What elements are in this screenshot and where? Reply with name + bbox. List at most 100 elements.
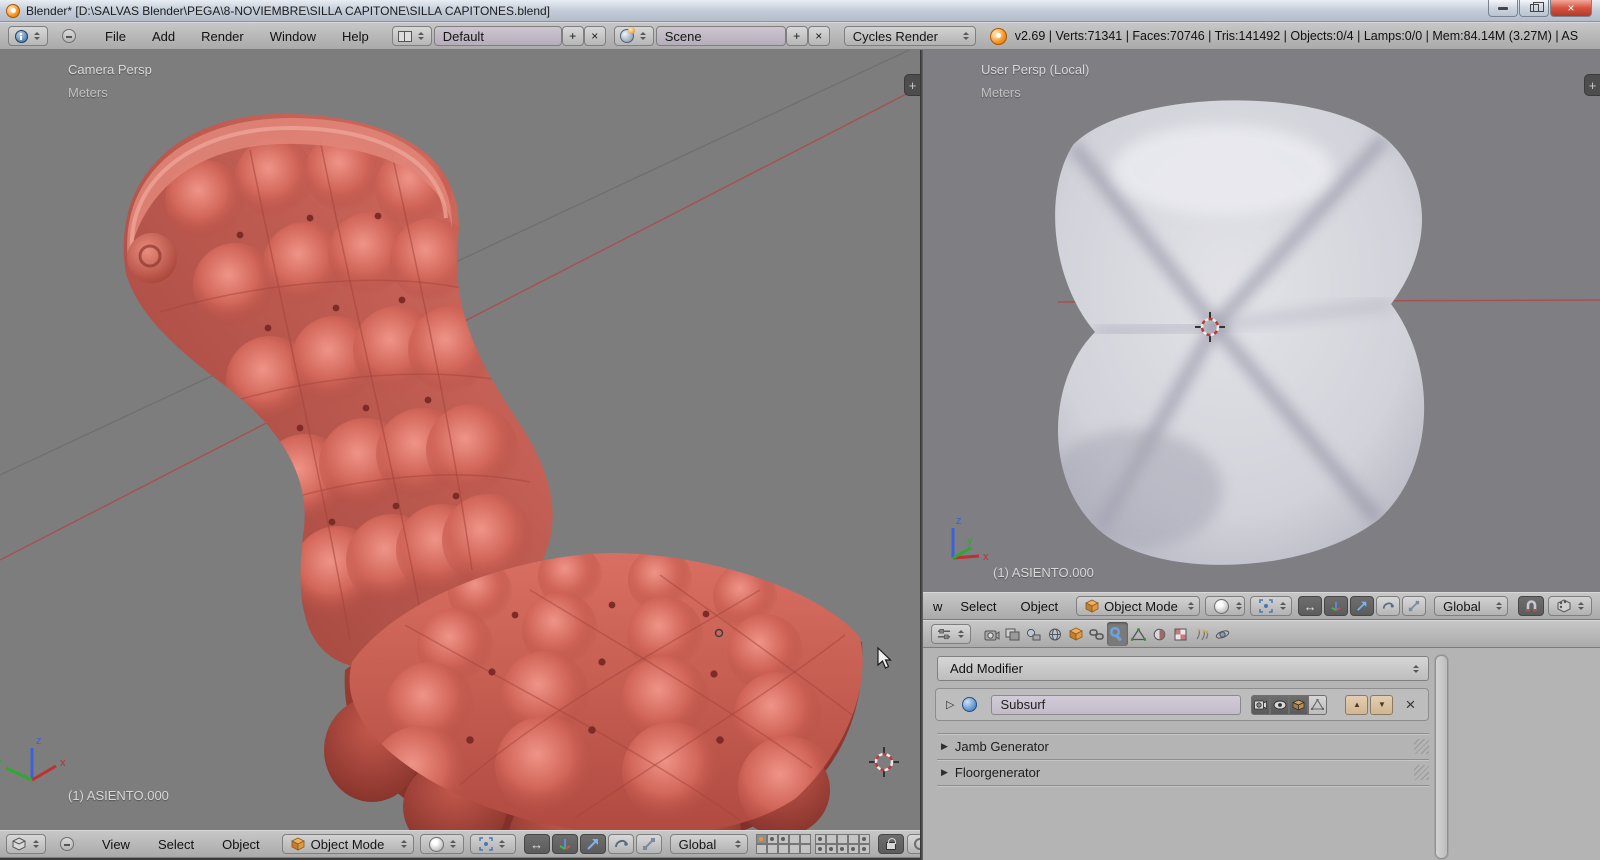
pivot-select[interactable]: [469, 834, 516, 854]
restore-button[interactable]: [1519, 0, 1549, 17]
viewport-3d-right[interactable]: z x y User Persp (Local) Meters (1) ASIE…: [923, 50, 1600, 592]
transform-orientation-select[interactable]: Global: [669, 834, 748, 854]
lock-to-scene-button[interactable]: [877, 834, 904, 854]
toggle-viewport-visibility[interactable]: [1270, 694, 1290, 715]
render-engine-select[interactable]: Cycles Render: [843, 26, 976, 46]
editor-type-button-properties[interactable]: [931, 624, 971, 644]
layers-widget[interactable]: [755, 834, 870, 854]
editor-type-button-info[interactable]: [8, 26, 48, 46]
move-modifier-up-button[interactable]: ▲: [1345, 694, 1369, 715]
rotate-manipulator-button[interactable]: [1376, 596, 1401, 616]
chevron-updown-icon: [1494, 599, 1503, 613]
particles-icon: [1195, 628, 1208, 640]
panel-drag-grip[interactable]: [1414, 738, 1429, 754]
mouse-cursor: [877, 646, 892, 669]
menu-object[interactable]: Object: [208, 837, 274, 852]
toggle-render-visibility[interactable]: [1251, 694, 1271, 715]
mode-select[interactable]: Object Mode: [1076, 596, 1201, 616]
chair-object[interactable]: [123, 113, 863, 830]
left-viewport-scene: z x y: [0, 50, 920, 830]
region-toggle-tab[interactable]: +: [904, 74, 920, 96]
rotate-icon: [614, 839, 628, 848]
shading-sphere-icon: [1214, 598, 1230, 614]
tab-physics[interactable]: [1212, 622, 1233, 646]
add-modifier-button[interactable]: Add Modifier: [937, 656, 1429, 681]
collapse-menus-icon[interactable]: [60, 837, 74, 851]
manipulator-toggle[interactable]: ↔: [1298, 596, 1323, 616]
tab-modifiers[interactable]: [1107, 622, 1128, 646]
move-modifier-down-button[interactable]: ▼: [1370, 694, 1394, 715]
cushion-object[interactable]: [1043, 100, 1425, 565]
translate-manipulator-button[interactable]: [551, 834, 578, 854]
collapse-menus-icon[interactable]: [62, 29, 76, 43]
editor-type-button-3dview[interactable]: [6, 834, 46, 854]
menu-help[interactable]: Help: [329, 29, 382, 44]
scene-field[interactable]: Scene: [655, 26, 786, 46]
toggle-editmode-display[interactable]: [1289, 694, 1309, 715]
menu-object[interactable]: Object: [1009, 599, 1071, 614]
rotate-icon: [1382, 602, 1394, 609]
add-scene-button[interactable]: +: [785, 26, 808, 46]
tab-particles[interactable]: [1191, 622, 1212, 646]
expand-modifier-icon[interactable]: ▷: [946, 698, 954, 711]
menu-view[interactable]: View: [88, 837, 144, 852]
close-button[interactable]: ×: [1550, 0, 1592, 17]
transform-orientation-select[interactable]: Global: [1434, 596, 1509, 616]
panel-floorgenerator[interactable]: ▶ Floorgenerator: [941, 761, 1429, 783]
view-name-label: Camera Persp: [68, 62, 152, 77]
modifier-name-field[interactable]: Subsurf: [991, 694, 1242, 715]
shading-select[interactable]: [419, 834, 464, 854]
titlebar[interactable]: Blender* [D:\SALVAS Blender\PEGA\8-NOVIE…: [0, 0, 1600, 22]
minimize-button[interactable]: [1488, 0, 1518, 17]
screen-layout-icon: [397, 30, 412, 42]
mode-select[interactable]: Object Mode: [281, 834, 414, 854]
rotate-manipulator-button[interactable]: [607, 834, 634, 854]
proportional-edit-button[interactable]: [906, 834, 920, 854]
shading-select[interactable]: [1205, 596, 1246, 616]
delete-scene-button[interactable]: ×: [807, 26, 830, 46]
tab-object[interactable]: [1065, 622, 1086, 646]
pivot-select[interactable]: [1250, 596, 1293, 616]
menu-select[interactable]: Select: [144, 837, 208, 852]
tab-texture[interactable]: [1170, 622, 1191, 646]
menu-window[interactable]: Window: [257, 29, 329, 44]
menu-add[interactable]: Add: [139, 29, 188, 44]
panel-drag-grip[interactable]: [1414, 764, 1429, 780]
add-layout-button[interactable]: +: [561, 26, 584, 46]
toggle-cage-display[interactable]: [1308, 694, 1328, 715]
tab-scene[interactable]: [1023, 622, 1044, 646]
menu-view-clipped[interactable]: w: [927, 599, 948, 614]
scrollbar-thumb[interactable]: [1435, 655, 1448, 859]
tab-constraints[interactable]: [1086, 622, 1107, 646]
tab-render[interactable]: [981, 622, 1002, 646]
tab-world[interactable]: [1044, 622, 1065, 646]
scene-browse-button[interactable]: [613, 26, 654, 46]
delete-layout-button[interactable]: ×: [583, 26, 606, 46]
panel-expand-icon: ▶: [941, 766, 948, 777]
screen-layout-browse-button[interactable]: [391, 26, 432, 46]
screen-layout-field[interactable]: Default: [433, 26, 562, 46]
delete-modifier-button[interactable]: ×: [1405, 695, 1415, 715]
translate-arrow-button[interactable]: [579, 834, 606, 854]
region-toggle-tab[interactable]: +: [1584, 74, 1600, 96]
menu-file[interactable]: File: [92, 29, 139, 44]
translate-manipulator-button[interactable]: [1324, 596, 1349, 616]
viewport-3d-left[interactable]: z x y Camera Persp Meters (1) ASIENTO.00…: [0, 50, 920, 830]
scale-manipulator-button[interactable]: [1402, 596, 1427, 616]
snap-button[interactable]: [1518, 596, 1545, 616]
scale-manipulator-button[interactable]: [635, 834, 662, 854]
manipulator-toggle[interactable]: ↔: [523, 834, 550, 854]
menu-render[interactable]: Render: [188, 29, 257, 44]
menu-select[interactable]: Select: [948, 599, 1008, 614]
tab-render-layers[interactable]: [1002, 622, 1023, 646]
render-opengl-button[interactable]: [1548, 596, 1593, 616]
active-object-label: (1) ASIENTO.000: [993, 565, 1094, 580]
tab-object-data[interactable]: [1128, 622, 1149, 646]
tab-material[interactable]: [1149, 622, 1170, 646]
layers-group-1[interactable]: [755, 834, 811, 854]
properties-header: [923, 620, 1600, 648]
panel-jamb-generator[interactable]: ▶ Jamb Generator: [941, 735, 1429, 757]
layers-group-2[interactable]: [814, 834, 870, 854]
scrollbar-track[interactable]: [1434, 654, 1449, 860]
translate-arrow-button[interactable]: [1350, 596, 1375, 616]
